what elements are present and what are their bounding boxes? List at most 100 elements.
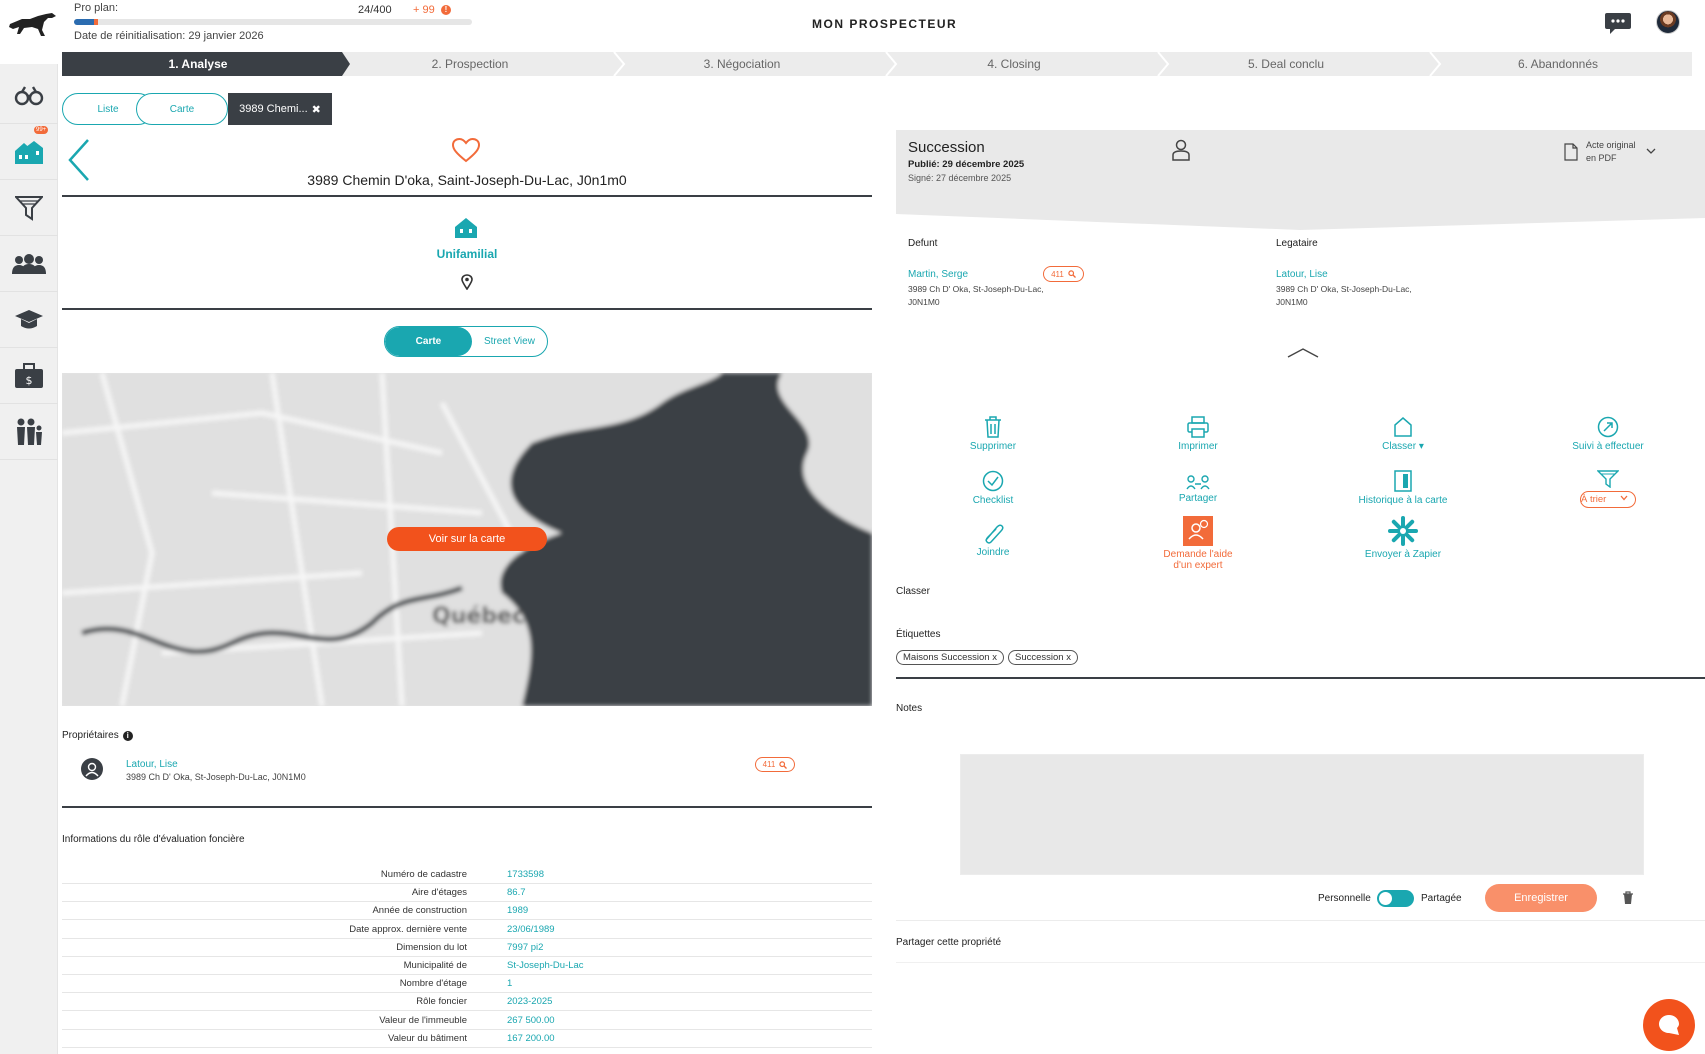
divider <box>896 920 1705 921</box>
view-on-map-button[interactable]: Voir sur la carte <box>387 527 547 551</box>
property-map[interactable]: Québec Voir sur la carte <box>62 373 872 706</box>
svg-text:$: $ <box>26 374 33 387</box>
expert-help-label-2: d'un expert <box>1173 560 1223 571</box>
group-icon <box>12 253 46 274</box>
card-history-icon <box>1394 470 1412 492</box>
print-action[interactable]: Imprimer <box>1128 416 1268 452</box>
followup-action[interactable]: Suivi à effectuer <box>1538 416 1678 452</box>
check-circle-icon <box>982 470 1004 492</box>
trash-icon <box>985 416 1001 438</box>
pdf-document-icon[interactable] <box>1564 143 1578 161</box>
history-label: Historique à la carte <box>1358 495 1448 506</box>
house-type-icon <box>455 218 477 238</box>
sort-dropdown[interactable]: À trier <box>1580 491 1636 508</box>
step-analyse[interactable]: 1. Analyse <box>62 52 334 76</box>
printer-icon <box>1187 416 1209 438</box>
checklist-action[interactable]: Checklist <box>923 470 1063 506</box>
sort-action[interactable]: À trier <box>1538 470 1678 508</box>
legataire-name[interactable]: Latour, Lise <box>1276 269 1328 280</box>
row-value: 167 200.00 <box>507 1032 555 1044</box>
succession-card <box>896 130 1705 230</box>
person-outline-icon[interactable] <box>1172 139 1190 161</box>
share-action[interactable]: Partager <box>1128 474 1268 504</box>
row-value: St-Joseph-Du-Lac <box>507 960 584 971</box>
legataire-address-2: J0N1M0 <box>1276 297 1308 307</box>
sidebar-item-training[interactable] <box>0 292 58 348</box>
tag-chip[interactable]: Succession x <box>1007 650 1078 665</box>
graduation-cap-icon <box>15 309 43 328</box>
expert-help-action[interactable]: Demande l'aide d'un expert <box>1128 516 1268 571</box>
expert-help-label-1: Demande l'aide <box>1163 549 1233 560</box>
save-note-button[interactable]: Enregistrer <box>1485 884 1597 912</box>
step-prospection[interactable]: 2. Prospection <box>334 52 606 76</box>
chat-bubble-icon <box>1659 1015 1679 1035</box>
owner-411-label: 411 <box>762 760 776 769</box>
sidebar-item-search[interactable] <box>0 68 58 124</box>
tab-open-property[interactable]: 3989 Chemi... ✖ <box>228 93 332 125</box>
share-property-label: Partager cette propriété <box>896 937 1002 948</box>
note-visibility-toggle[interactable] <box>1377 890 1414 907</box>
classify-section-label: Classer <box>896 586 930 597</box>
property-type: Unifamilial <box>436 247 498 261</box>
map-view-toggle: Carte Street View <box>384 326 548 357</box>
sidebar-item-finance[interactable]: $ <box>0 348 58 404</box>
table-row: Numéro de cadastre 1733598 <box>62 866 872 884</box>
support-chat-button[interactable] <box>1643 999 1695 1051</box>
plan-count: 24/400 <box>358 4 392 16</box>
legataire-address-1: 3989 Ch D' Oka, St-Joseph-Du-Lac, <box>1276 284 1412 294</box>
family-icon <box>17 418 42 445</box>
owner-name[interactable]: Latour, Lise <box>126 759 178 770</box>
owner-411-button[interactable]: 411 <box>755 757 795 772</box>
chevron-down-icon[interactable] <box>1646 148 1656 155</box>
step-negociation[interactable]: 3. Négociation <box>606 52 878 76</box>
table-row: Valeur de l'immeuble 267 500.00 <box>62 1012 872 1030</box>
notes-textarea[interactable] <box>960 754 1644 875</box>
succession-title: Succession <box>908 139 985 156</box>
favorite-heart-icon[interactable] <box>452 138 480 163</box>
zapier-action[interactable]: Envoyer à Zapier <box>1333 516 1473 560</box>
toggle-map[interactable]: Carte <box>385 327 472 356</box>
defunt-name[interactable]: Martin, Serge <box>908 269 968 280</box>
logo-dog-icon[interactable] <box>8 10 58 38</box>
search-icon <box>1068 270 1076 278</box>
trash-icon[interactable] <box>1622 891 1634 905</box>
sidebar-item-team[interactable] <box>0 236 58 292</box>
print-label: Imprimer <box>1178 441 1218 452</box>
location-pin-icon[interactable] <box>461 274 473 290</box>
history-action[interactable]: Historique à la carte <box>1333 470 1473 506</box>
divider <box>62 806 872 808</box>
sidebar-item-properties[interactable]: 99+ <box>0 124 58 180</box>
delete-action[interactable]: Supprimer <box>923 416 1063 452</box>
succession-signed: Signé: 27 décembre 2025 <box>908 173 1012 183</box>
sidebar-item-funnel[interactable] <box>0 180 58 236</box>
plan-progress-bar <box>74 19 472 25</box>
owners-title-text: Propriétaires <box>62 730 119 741</box>
step-abandonnes[interactable]: 6. Abandonnés <box>1422 52 1694 76</box>
evaluation-title: Informations du rôle d'évaluation fonciè… <box>62 834 245 845</box>
avatar[interactable] <box>1656 10 1680 34</box>
table-row: Nombre d'étage 1 <box>62 975 872 994</box>
chat-icon[interactable] <box>1604 12 1632 34</box>
step-closing[interactable]: 4. Closing <box>878 52 1150 76</box>
tag-chip[interactable]: Maisons Succession x <box>896 650 1004 665</box>
info-icon[interactable]: i <box>122 730 133 741</box>
row-value: 1733598 <box>507 869 544 880</box>
defunt-411-button[interactable]: 411 <box>1043 266 1084 282</box>
divider <box>62 195 872 197</box>
attach-action[interactable]: Joindre <box>923 522 1063 558</box>
row-value: 1989 <box>507 905 529 917</box>
share-label: Partager <box>1178 493 1218 504</box>
toggle-street-view[interactable]: Street View <box>472 327 547 356</box>
close-icon[interactable]: ✖ <box>312 103 321 116</box>
pdf-label-2[interactable]: en PDF <box>1586 153 1617 163</box>
sidebar-item-family[interactable] <box>0 404 58 460</box>
pdf-label-1[interactable]: Acte original <box>1586 140 1636 150</box>
zapier-asterisk-icon <box>1388 516 1418 546</box>
collapse-chevron-up-icon[interactable] <box>1287 347 1319 359</box>
row-key: Rôle foncier <box>416 996 467 1008</box>
tab-map[interactable]: Carte <box>136 93 228 125</box>
classify-action[interactable]: Classer ▾ <box>1333 416 1473 452</box>
row-value: 267 500.00 <box>507 1014 555 1026</box>
defunt-address-1: 3989 Ch D' Oka, St-Joseph-Du-Lac, <box>908 284 1044 294</box>
step-deal-conclu[interactable]: 5. Deal conclu <box>1150 52 1422 76</box>
